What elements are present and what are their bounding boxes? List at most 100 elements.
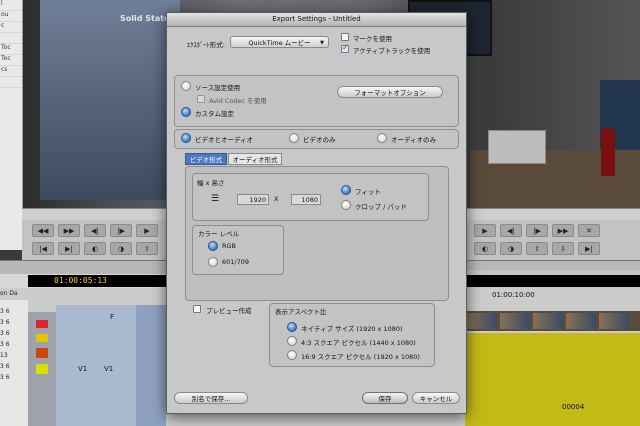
- use-avid-codec-label: Avid Codec を使用: [209, 97, 267, 105]
- timeline-left-label: 3 6: [0, 319, 10, 326]
- rec-mark-in-icon[interactable]: ◀|: [500, 224, 522, 237]
- timeline-ruler-time: 01:00:10:00: [492, 291, 535, 299]
- step-back-icon[interactable]: ◀◀: [32, 224, 54, 237]
- height-field[interactable]: 1080: [291, 194, 321, 205]
- splice-icon[interactable]: ◐: [84, 242, 106, 255]
- rec-next-icon[interactable]: ▶|: [578, 242, 600, 255]
- sidebar-row[interactable]: c: [0, 22, 22, 33]
- create-preview-label: プレビュー作成: [206, 307, 252, 315]
- go-to-start-icon[interactable]: |◀: [32, 242, 54, 255]
- sidebar-row[interactable]: Toc: [0, 55, 22, 66]
- aspect-4-3-radio[interactable]: [287, 336, 297, 346]
- video-bottle: [601, 128, 615, 176]
- audio-only-label: オーディオのみ: [391, 136, 437, 144]
- fit-radio[interactable]: [341, 185, 351, 195]
- rgb-radio[interactable]: [208, 241, 218, 251]
- clip-thumbnails: [465, 311, 640, 331]
- export-format-select[interactable]: QuickTime ムービー ▼: [230, 36, 329, 48]
- export-settings-dialog: Export Settings - Untitled ｴｸｽﾎﾟｰﾄ形式: Qu…: [166, 12, 467, 414]
- video-and-audio-label: ビデオとオーディオ: [195, 136, 254, 144]
- sidebar-row[interactable]: ou: [0, 11, 22, 22]
- width-field[interactable]: 1920: [237, 194, 269, 205]
- custom-settings-radio[interactable]: [181, 107, 191, 117]
- audio-only-radio[interactable]: [377, 133, 387, 143]
- video-only-radio[interactable]: [289, 133, 299, 143]
- sidebar-row[interactable]: [0, 33, 22, 44]
- sidebar-row[interactable]: Toc: [0, 44, 22, 55]
- overwrite-icon[interactable]: ◑: [110, 242, 132, 255]
- video-and-audio-radio[interactable]: [181, 133, 191, 143]
- track-header: F V1 V1: [56, 305, 136, 426]
- save-as-button[interactable]: 別名で保存...: [174, 392, 248, 404]
- size-lock-icon: ☰: [211, 194, 220, 204]
- create-preview-checkbox[interactable]: [193, 305, 201, 313]
- dialog-title: Export Settings - Untitled: [167, 13, 466, 27]
- go-to-end-icon[interactable]: ▶|: [58, 242, 80, 255]
- timeline-left-label: 3 6: [0, 308, 10, 315]
- bin-sidebar: l ou c Toc Toc cs: [0, 0, 23, 250]
- native-size-radio[interactable]: [287, 322, 297, 332]
- chevron-down-icon: ▼: [320, 40, 324, 46]
- mark-in-icon[interactable]: ◀|: [84, 224, 106, 237]
- rec-extract-icon[interactable]: ⇩: [552, 242, 574, 255]
- use-marks-checkbox[interactable]: [341, 33, 349, 41]
- rec601-709-label: 601/709: [222, 258, 250, 266]
- timeline-left-label: 3 6: [0, 330, 10, 337]
- mark-out-icon[interactable]: |▶: [110, 224, 132, 237]
- track-label-v1-record[interactable]: V1: [104, 365, 113, 373]
- timeline-left-label: 3 6: [0, 374, 10, 381]
- segment-tool-icon[interactable]: [36, 348, 48, 358]
- video-screen-area: [40, 0, 180, 200]
- red-arrow-icon[interactable]: [36, 320, 48, 328]
- rec-splice-icon[interactable]: ◐: [474, 242, 496, 255]
- sidebar-row[interactable]: [0, 77, 22, 88]
- rec-clear-icon[interactable]: ✕: [578, 224, 600, 237]
- video-only-label: ビデオのみ: [303, 136, 336, 144]
- track-header-label: F: [110, 313, 115, 321]
- rec-step-icon[interactable]: ▶▶: [552, 224, 574, 237]
- size-label: 幅 x 高さ: [197, 179, 225, 187]
- rec-overwrite-icon[interactable]: ◑: [500, 242, 522, 255]
- sidebar-row[interactable]: l: [0, 0, 22, 11]
- rec601-709-radio[interactable]: [208, 257, 218, 267]
- play-icon[interactable]: ▶: [136, 224, 158, 237]
- clip-number: 00004: [562, 403, 585, 411]
- sidebar-row[interactable]: cs: [0, 66, 22, 77]
- track-label-v1-source[interactable]: V1: [78, 365, 87, 373]
- crop-pad-radio[interactable]: [341, 200, 351, 210]
- rec-play-icon[interactable]: ▶: [474, 224, 496, 237]
- tab-video-format[interactable]: ビデオ形式: [185, 153, 227, 165]
- use-active-tracks-checkbox[interactable]: [341, 43, 349, 53]
- timeline-ruler-black: [440, 275, 640, 287]
- save-button[interactable]: 保存: [362, 392, 408, 404]
- aspect-16-9-radio[interactable]: [287, 350, 297, 360]
- timeline-left-label: 13: [0, 352, 8, 359]
- lift-tool-icon[interactable]: [36, 364, 48, 374]
- timeline-left-label: 3 6: [0, 341, 10, 348]
- format-options-button[interactable]: フォーマットオプション: [337, 86, 443, 98]
- export-format-value: QuickTime ムービー: [248, 39, 311, 47]
- native-size-label: ネイティブ サイズ (1920 x 1080): [301, 325, 403, 333]
- custom-settings-label: カスタム設定: [195, 110, 234, 118]
- step-forward-icon[interactable]: ▶▶: [58, 224, 80, 237]
- video-device: [488, 130, 546, 164]
- export-as-label: ｴｸｽﾎﾟｰﾄ形式:: [187, 41, 225, 49]
- cancel-button[interactable]: キャンセル: [412, 392, 460, 404]
- yellow-arrow-icon[interactable]: [36, 334, 48, 342]
- use-avid-codec-checkbox[interactable]: [197, 95, 205, 103]
- rec-lift-icon[interactable]: ⇧: [526, 242, 548, 255]
- aspect-16-9-label: 16:9 スクエア ピクセル (1920 x 1080): [301, 353, 420, 361]
- color-levels-label: カラー レベル: [198, 230, 240, 238]
- timeline-tool-palette: [28, 312, 56, 426]
- times-label: X: [274, 195, 279, 203]
- clip-segment[interactable]: [465, 333, 640, 426]
- use-marks-label: マークを使用: [353, 35, 392, 43]
- track-body: [136, 305, 166, 426]
- use-active-tracks-label: アクティブトラックを使用: [353, 47, 431, 55]
- tab-audio-format[interactable]: オーディオ形式: [228, 153, 282, 165]
- timecode-display: 01:00:05:13: [28, 275, 166, 287]
- rec-mark-out-icon[interactable]: |▶: [526, 224, 548, 237]
- lift-icon[interactable]: ⇧: [136, 242, 158, 255]
- use-source-settings-radio[interactable]: [181, 81, 191, 91]
- use-source-settings-label: ソース設定使用: [195, 84, 241, 92]
